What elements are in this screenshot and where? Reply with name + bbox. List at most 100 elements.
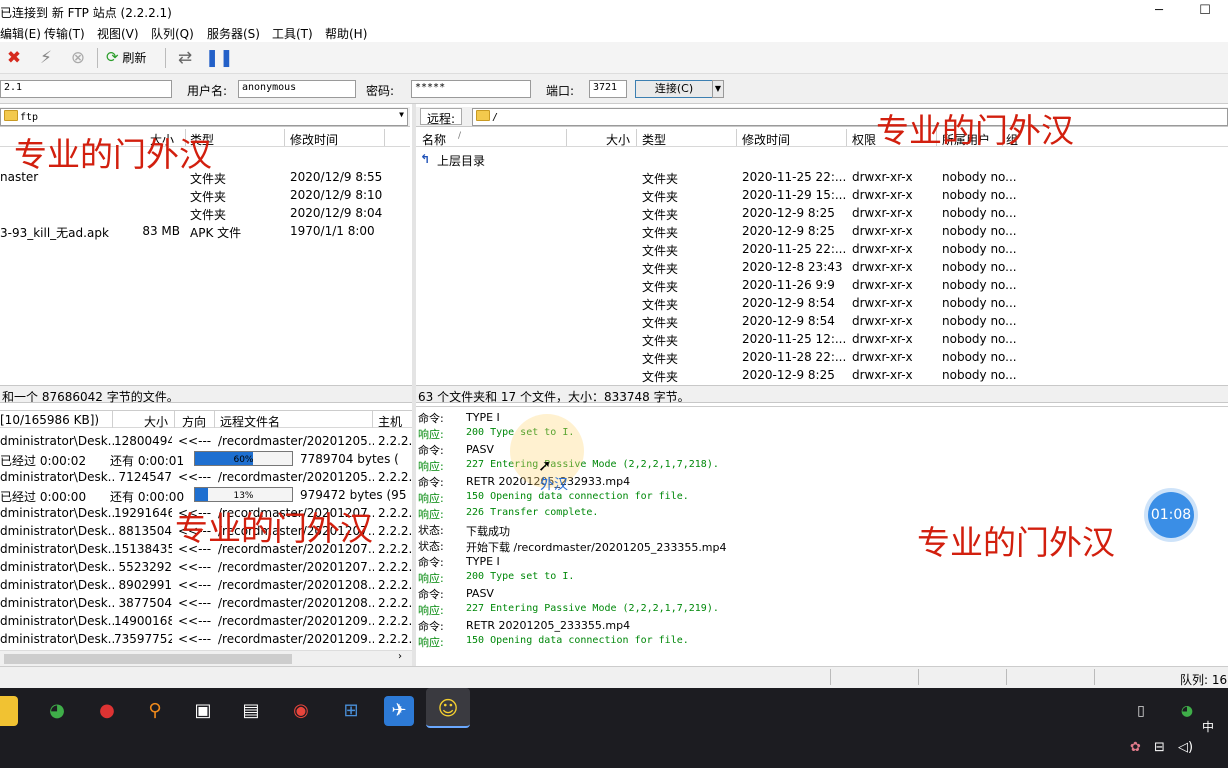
- queue-row[interactable]: dministrator\Desk... 8813504 <<--- /reco…: [0, 522, 412, 540]
- remote-file-row[interactable]: .gs_fs0 文件夹 2020-12-9 8:54 drwxr-xr-x no…: [416, 312, 1228, 330]
- queue-remote-file: /recordmaster/20201205...: [218, 434, 374, 448]
- remote-col-owner[interactable]: 所属用户: [942, 131, 990, 148]
- local-col-size[interactable]: 大小: [150, 131, 174, 148]
- menu-transfer[interactable]: 传输(T): [44, 25, 85, 42]
- menu-server[interactable]: 服务器(S): [207, 25, 260, 42]
- remote-file-row[interactable]: .Rcs 文件夹 2020-11-25 12:... drwxr-xr-x no…: [416, 330, 1228, 348]
- remote-file-type: 文件夹: [642, 262, 679, 276]
- maximize-button[interactable]: ☐: [1182, 0, 1228, 22]
- queue-progress-row[interactable]: 已经过 0:00:00 还有 0:00:00 13% 979472 bytes …: [0, 486, 412, 504]
- remote-file-row[interactable]: .Application 文件夹 2020-11-25 22:... drwxr…: [416, 168, 1228, 186]
- queue-row[interactable]: dministrator\Desk... 14900168 <<--- /rec…: [0, 612, 412, 630]
- feishu-icon[interactable]: ✈: [384, 696, 414, 726]
- queue-direction: <<---: [178, 632, 212, 646]
- queue-row[interactable]: dministrator\Desk... 8902991 <<--- /reco…: [0, 576, 412, 594]
- local-file-row[interactable]: 文件夹 2020/12/9 8:10: [0, 186, 410, 204]
- remote-col-size[interactable]: 大小: [606, 131, 630, 148]
- ime-indicator[interactable]: 中: [1202, 718, 1214, 735]
- camera-icon[interactable]: ●: [92, 696, 122, 726]
- port-input[interactable]: 3721: [589, 80, 627, 98]
- remote-file-owner: nobody no...: [942, 206, 1017, 220]
- queue-col-local[interactable]: [10/165986 KB]): [0, 413, 99, 427]
- ie-browser-icon[interactable]: ◕: [42, 696, 72, 726]
- remote-file-mtime: 2020-11-25 22:...: [742, 242, 847, 256]
- remote-file-row[interactable]: .system 文件夹 2020-11-28 22:... drwxr-xr-x…: [416, 348, 1228, 366]
- remote-file-row[interactable]: .estrongs 文件夹 2020-11-26 9:9 drwxr-xr-x …: [416, 276, 1228, 294]
- transfer-toggle-icon[interactable]: ⇄: [173, 47, 197, 69]
- disconnect-icon[interactable]: ✖: [2, 47, 26, 69]
- queue-size: 19291646: [114, 506, 172, 520]
- chrome-icon[interactable]: ◉: [286, 696, 316, 726]
- queue-col-size[interactable]: 大小: [144, 413, 168, 430]
- queue-col-direction[interactable]: 方向: [182, 413, 206, 430]
- menu-edit[interactable]: 编辑(E): [0, 25, 41, 42]
- remote-file-row[interactable]: .tbs 文件夹 2020-12-9 8:25 drwxr-xr-x nobod…: [416, 366, 1228, 384]
- lightning-icon[interactable]: ⚡: [34, 47, 58, 69]
- local-file-row[interactable]: [0, 150, 410, 168]
- pause-icon[interactable]: ❚❚: [205, 47, 234, 69]
- queue-row[interactable]: dministrator\Desk... 12800494 <<--- /rec…: [0, 432, 412, 450]
- remote-file-mtime: 2020-11-26 9:9: [742, 278, 835, 292]
- queue-col-host[interactable]: 主机: [378, 413, 402, 430]
- network-icon[interactable]: ⊟: [1154, 740, 1165, 755]
- minimize-button[interactable]: ─: [1136, 0, 1182, 22]
- search-app-icon[interactable]: ⚲: [140, 696, 170, 726]
- network-app-icon[interactable]: ⊞: [336, 696, 366, 726]
- remote-col-group[interactable]: 组: [1006, 131, 1018, 148]
- remote-file-row[interactable]: .DataStorage 文件夹 2020-12-9 8:25 drwxr-xr…: [416, 222, 1228, 240]
- up-arrow-icon: ↰: [420, 152, 431, 166]
- remote-file-row[interactable]: .com.taobao.dp 文件夹 2020-12-9 8:25 drwxr-…: [416, 204, 1228, 222]
- password-input[interactable]: *****: [411, 80, 531, 98]
- scroll-right-icon[interactable]: ›: [398, 651, 402, 662]
- menu-queue[interactable]: 队列(Q): [151, 25, 194, 42]
- local-path-combo[interactable]: ftp ▼: [0, 108, 408, 126]
- queue-progress-row[interactable]: 已经过 0:00:02 还有 0:00:01 60% 7789704 bytes…: [0, 450, 412, 468]
- window-app-icon[interactable]: ▣: [188, 696, 218, 726]
- remote-col-mtime[interactable]: 修改时间: [742, 131, 790, 148]
- remote-file-row[interactable]: .cc 文件夹 2020-11-29 15:... drwxr-xr-x nob…: [416, 186, 1228, 204]
- local-file-row[interactable]: 文件夹 2020/12/9 8:04: [0, 204, 410, 222]
- menu-help[interactable]: 帮助(H): [325, 25, 367, 42]
- queue-size: 14900168: [114, 614, 172, 628]
- queue-local-file: dministrator\Desk...: [0, 578, 114, 592]
- queue-row[interactable]: dministrator\Desk... 5523292 <<--- /reco…: [0, 558, 412, 576]
- remote-file-row[interactable]: .dlprovider 文件夹 2020-12-8 23:43 drwxr-xr…: [416, 258, 1228, 276]
- local-col-mtime[interactable]: 修改时间: [290, 131, 338, 148]
- queue-remote-file: /recordmaster/20201209...: [218, 632, 374, 646]
- remote-col-type[interactable]: 类型: [642, 131, 666, 148]
- connect-button[interactable]: 连接(C): [635, 80, 713, 98]
- remote-file-row[interactable]: .gs_file 文件夹 2020-12-9 8:54 drwxr-xr-x n…: [416, 294, 1228, 312]
- queue-row[interactable]: dministrator\Desk... 73597752 <<--- /rec…: [0, 630, 412, 648]
- menu-tools[interactable]: 工具(T): [272, 25, 313, 42]
- remote-col-name[interactable]: 名称: [422, 131, 446, 148]
- queue-row[interactable]: dministrator\Desk... 7124547 <<--- /reco…: [0, 468, 412, 486]
- window-app-icon-2[interactable]: ▤: [236, 696, 266, 726]
- username-input[interactable]: anonymous: [238, 80, 356, 98]
- local-col-type[interactable]: 类型: [190, 131, 214, 148]
- host-input[interactable]: 2.1: [0, 80, 172, 98]
- queue-row[interactable]: dministrator\Desk... 19291646 <<--- /rec…: [0, 504, 412, 522]
- scroll-thumb[interactable]: [4, 654, 292, 664]
- volume-icon[interactable]: ◁): [1178, 740, 1193, 755]
- usb-icon[interactable]: ▯: [1126, 696, 1156, 726]
- remote-path-combo[interactable]: /: [472, 108, 1228, 126]
- local-file-row[interactable]: naster 文件夹 2020/12/9 8:55: [0, 168, 410, 186]
- connect-dropdown-icon[interactable]: ▼: [712, 80, 724, 98]
- log-message: 227 Entering Passive Mode (2,2,2,1,7,218…: [466, 459, 719, 470]
- ftp-app-icon[interactable]: ☺: [426, 688, 470, 728]
- refresh-button[interactable]: ⟳ 刷新: [106, 48, 146, 70]
- file-explorer-icon[interactable]: [0, 696, 18, 726]
- queue-row[interactable]: dministrator\Desk... 15138435 <<--- /rec…: [0, 540, 412, 558]
- log-line: 响应: 150 Opening data connection for file…: [418, 634, 689, 650]
- local-file-row[interactable]: 3-93_kill_无ad.apk 83 MB APK 文件 1970/1/1 …: [0, 222, 410, 240]
- remote-path: /: [492, 112, 499, 123]
- queue-scrollbar[interactable]: ›: [0, 650, 412, 666]
- flower-icon[interactable]: ✿: [1130, 740, 1141, 755]
- queue-col-remote[interactable]: 远程文件名: [220, 413, 280, 430]
- tray-app-icon[interactable]: ◕: [1172, 696, 1202, 726]
- menu-view[interactable]: 视图(V): [97, 25, 139, 42]
- remote-file-row[interactable]: .deviceid 文件夹 2020-11-25 22:... drwxr-xr…: [416, 240, 1228, 258]
- queue-row[interactable]: dministrator\Desk... 3877504 <<--- /reco…: [0, 594, 412, 612]
- remote-col-perm[interactable]: 权限: [852, 131, 876, 148]
- stop-icon[interactable]: ⊗: [66, 47, 90, 69]
